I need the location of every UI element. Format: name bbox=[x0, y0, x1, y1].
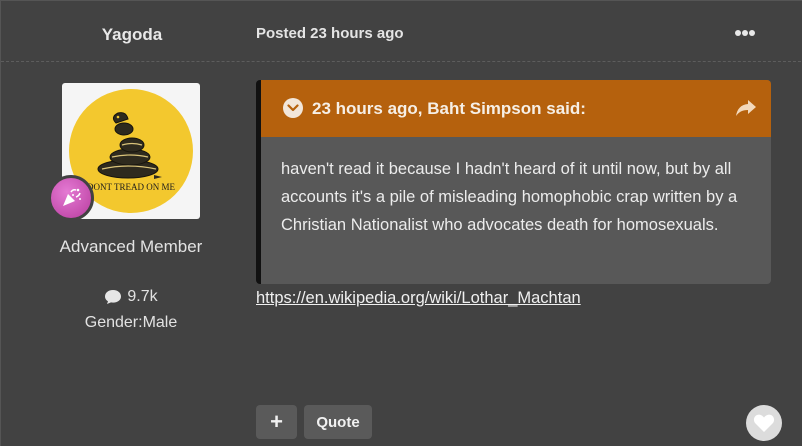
quote-citation[interactable]: 23 hours ago, Baht Simpson said: bbox=[312, 99, 586, 119]
quote-header[interactable]: 23 hours ago, Baht Simpson said: bbox=[261, 80, 771, 137]
rank-title: Advanced Member bbox=[59, 237, 203, 256]
quote-block: 23 hours ago, Baht Simpson said: haven't… bbox=[256, 80, 771, 284]
forum-post: Yagoda Posted 23 hours ago DONT TREAD ON… bbox=[0, 0, 802, 446]
quote-button[interactable]: Quote bbox=[304, 405, 372, 439]
post-count-value: 9.7k bbox=[127, 288, 158, 305]
chevron-down-icon bbox=[287, 104, 299, 112]
quote-text: haven't read it because I hadn't heard o… bbox=[281, 160, 738, 234]
author-name[interactable]: Yagoda bbox=[97, 25, 167, 45]
avatar-caption: DONT TREAD ON ME bbox=[87, 182, 175, 192]
heart-icon bbox=[753, 414, 775, 432]
wikipedia-link[interactable]: https://en.wikipedia.org/wiki/Lothar_Mac… bbox=[256, 289, 581, 308]
more-options-button[interactable] bbox=[733, 23, 757, 43]
post-header: Yagoda Posted 23 hours ago bbox=[1, 1, 801, 62]
post-count: 9.7k bbox=[31, 288, 231, 306]
react-button[interactable] bbox=[746, 405, 782, 441]
speech-bubble-icon bbox=[105, 290, 122, 304]
ellipsis-icon bbox=[735, 30, 755, 36]
party-popper-icon bbox=[63, 188, 81, 206]
quote-share-button[interactable] bbox=[735, 98, 757, 118]
quote-toggle-button[interactable] bbox=[283, 98, 303, 118]
gender-field: Gender:Male bbox=[84, 314, 178, 331]
posted-time[interactable]: Posted 23 hours ago bbox=[256, 25, 404, 42]
multiquote-add-button[interactable]: + bbox=[256, 405, 297, 439]
share-arrow-icon bbox=[736, 100, 756, 116]
rank-badge[interactable] bbox=[48, 175, 94, 221]
